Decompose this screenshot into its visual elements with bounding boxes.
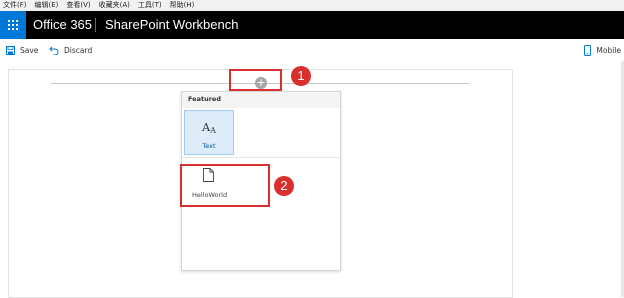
phone-icon	[584, 44, 592, 56]
undo-icon	[49, 46, 59, 55]
save-icon	[6, 45, 15, 55]
toolbox-divider	[182, 157, 340, 158]
waffle-icon	[8, 20, 18, 30]
mobile-preview-button[interactable]: Mobile	[584, 44, 621, 56]
menu-edit[interactable]: 编辑(E)	[35, 0, 59, 11]
toolbox-section-title: Featured	[188, 95, 221, 103]
menu-tools[interactable]: 工具(T)	[138, 0, 162, 11]
browser-menu-bar: 文件(F) 编辑(E) 查看(V) 收藏夹(A) 工具(T) 帮助(H)	[0, 0, 624, 11]
office-365-brand[interactable]: Office 365	[33, 11, 92, 39]
save-label: Save	[20, 45, 39, 55]
suite-divider	[95, 18, 96, 32]
annotation-box-2	[180, 164, 270, 207]
app-launcher-button[interactable]	[0, 11, 26, 39]
office-suite-bar: Office 365 SharePoint Workbench	[0, 11, 624, 39]
menu-file[interactable]: 文件(F)	[3, 0, 27, 11]
toolbox-header: Featured	[182, 92, 340, 108]
annotation-number-2: 2	[274, 176, 294, 196]
command-bar: Save Discard Mobile	[0, 39, 624, 61]
discard-label: Discard	[64, 45, 93, 55]
discard-button[interactable]: Discard	[49, 44, 92, 56]
save-button[interactable]: Save	[6, 44, 38, 56]
annotation-number-1: 1	[291, 66, 311, 86]
text-webpart-label: Text	[202, 142, 216, 150]
text-webpart-tile[interactable]: AA Text	[184, 110, 234, 155]
mobile-label: Mobile	[596, 45, 621, 55]
app-title: SharePoint Workbench	[105, 17, 239, 32]
menu-view[interactable]: 查看(V)	[66, 0, 90, 11]
annotation-box-1	[229, 69, 282, 91]
menu-favorites[interactable]: 收藏夹(A)	[99, 0, 130, 11]
font-size-icon: AA	[202, 121, 216, 135]
menu-help[interactable]: 帮助(H)	[170, 0, 195, 11]
